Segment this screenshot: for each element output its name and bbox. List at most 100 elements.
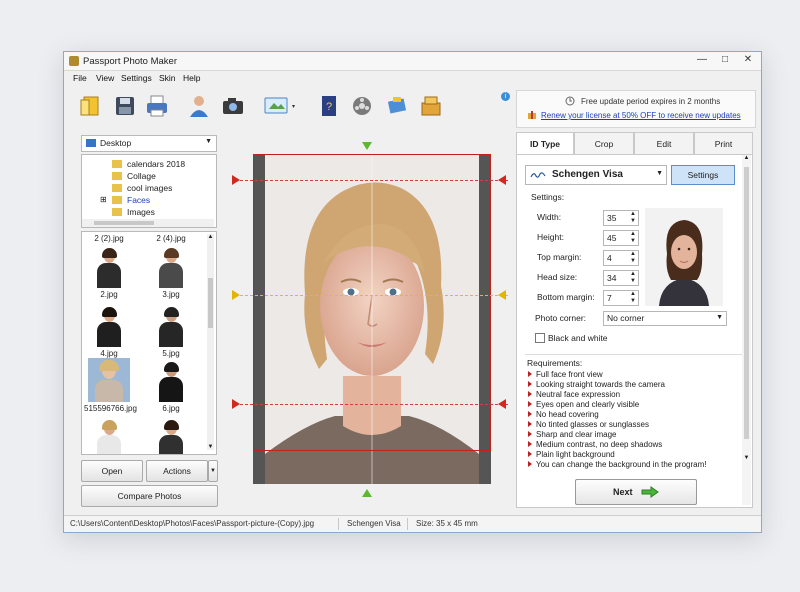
black-and-white-label: Black and white <box>548 333 608 343</box>
drive-select[interactable]: Desktop ▼ <box>81 135 217 152</box>
folder-icon <box>112 196 122 204</box>
eye-guide-right-handle[interactable] <box>498 290 506 300</box>
thumbnail-item[interactable]: 5.jpg <box>150 307 192 358</box>
tree-item-label: Collage <box>127 171 156 181</box>
top-guide-left-handle[interactable] <box>232 175 240 185</box>
top-margin-label: Top margin: <box>537 252 582 262</box>
height-stepper[interactable]: 45 ▲ ▼ <box>603 230 639 246</box>
svg-text:?: ? <box>326 101 332 113</box>
close-button[interactable]: ✕ <box>737 52 759 68</box>
tree-item[interactable]: calendars 2018 <box>112 159 185 170</box>
save-icon[interactable] <box>110 91 140 121</box>
chin-guide-left-handle[interactable] <box>232 399 240 409</box>
compare-photos-button[interactable]: Compare Photos <box>81 485 218 507</box>
minimize-button[interactable]: — <box>691 52 713 68</box>
thumbnail-label: 6.jpg <box>162 404 180 413</box>
chevron-down-icon: ▼ <box>205 138 212 145</box>
tab-edit[interactable]: Edit <box>634 132 694 155</box>
info-icon[interactable]: i <box>501 92 510 101</box>
stepper-arrows-icon[interactable]: ▲ ▼ <box>630 231 636 245</box>
toolbar: ? <box>64 87 512 131</box>
stepper-arrows-icon[interactable]: ▲ ▼ <box>630 251 636 265</box>
tab-print[interactable]: Print <box>694 132 753 155</box>
tree-item-selected[interactable]: ⊞ Faces <box>100 195 150 206</box>
puzzle-icon[interactable] <box>382 91 412 121</box>
bottom-margin-stepper[interactable]: 7 ▲ ▼ <box>603 290 639 306</box>
camera-icon[interactable] <box>218 91 248 121</box>
head-size-stepper[interactable]: 34 ▲ ▼ <box>603 270 639 286</box>
open-button[interactable]: Open <box>81 460 143 482</box>
bottom-center-handle[interactable] <box>362 489 372 497</box>
tree-item[interactable]: Images <box>112 207 155 218</box>
title-bar: Passport Photo Maker — □ ✕ <box>64 52 761 71</box>
stepper-arrows-icon[interactable]: ▲ ▼ <box>630 291 636 305</box>
next-button[interactable]: Next <box>575 479 697 505</box>
thumbnail-item[interactable]: 2.jpg <box>88 248 130 299</box>
photo-corner-label: Photo corner: <box>535 313 587 323</box>
tree-item[interactable]: cool images <box>112 183 172 194</box>
scroll-up-icon[interactable]: ▲ <box>207 234 214 240</box>
scrollbar-thumb[interactable] <box>744 167 749 439</box>
black-and-white-checkbox[interactable] <box>535 333 545 343</box>
top-guide-right-handle[interactable] <box>498 175 506 185</box>
scrollbar-thumb[interactable] <box>208 278 213 328</box>
tab-crop[interactable]: Crop <box>574 132 634 155</box>
clock-icon <box>565 96 575 106</box>
maximize-button[interactable]: □ <box>714 52 736 68</box>
open-icon[interactable] <box>75 91 105 121</box>
status-separator <box>407 518 408 530</box>
tree-hscroll-thumb[interactable] <box>94 221 154 225</box>
top-center-handle[interactable] <box>362 142 372 150</box>
status-file-path: C:\Users\Content\Desktop\Photos\Faces\Pa… <box>70 519 315 528</box>
menu-file[interactable]: File <box>73 73 87 83</box>
expand-icon[interactable]: ⊞ <box>100 195 107 204</box>
boxes-icon[interactable] <box>416 91 446 121</box>
stepper-arrows-icon[interactable]: ▲ ▼ <box>630 211 636 225</box>
id-type-select[interactable]: Schengen Visa ▼ <box>525 165 667 185</box>
thumbnail-item[interactable]: 3.jpg <box>150 248 192 299</box>
actions-dropdown-icon[interactable]: ▼ <box>208 460 218 482</box>
chin-guide[interactable] <box>240 404 508 405</box>
scroll-up-icon[interactable]: ▲ <box>742 155 751 161</box>
thumbnail-item-selected[interactable]: 515596766.jpg <box>84 358 137 413</box>
settings-scrollbar[interactable]: ▲ ▼ <box>742 155 751 505</box>
print-icon[interactable] <box>142 91 172 121</box>
eye-line-guide[interactable] <box>240 295 508 296</box>
person-icon[interactable] <box>184 91 214 121</box>
scroll-down-icon[interactable]: ▼ <box>207 444 214 450</box>
film-icon[interactable] <box>347 91 377 121</box>
thumbnail-item[interactable] <box>150 420 192 454</box>
thumbnail-item[interactable]: 2 (4).jpg <box>150 234 192 243</box>
width-stepper[interactable]: 35 ▲ ▼ <box>603 210 639 226</box>
chin-guide-right-handle[interactable] <box>498 399 506 409</box>
thumbnail-scrollbar[interactable]: ▲ ▼ <box>207 234 214 450</box>
thumbnail-label: 2.jpg <box>100 290 118 299</box>
renew-license-link[interactable]: Renew your license at 50% OFF to receive… <box>541 111 741 120</box>
folder-tree: calendars 2018 Collage cool images ⊞ Face… <box>81 154 217 228</box>
top-margin-stepper[interactable]: 4 ▲ ▼ <box>603 250 639 266</box>
thumbnail-item[interactable]: 4.jpg <box>88 307 130 358</box>
crop-frame[interactable] <box>253 154 491 451</box>
menu-help[interactable]: Help <box>183 73 200 83</box>
eye-guide-left-handle[interactable] <box>232 290 240 300</box>
settings-button[interactable]: Settings <box>671 165 735 185</box>
thumbnail-item[interactable]: 2 (2).jpg <box>88 234 130 243</box>
tab-id-type[interactable]: ID Type <box>516 132 574 156</box>
scroll-down-icon[interactable]: ▼ <box>742 455 751 461</box>
actions-button[interactable]: Actions <box>146 460 208 482</box>
tree-hscroll[interactable] <box>82 219 214 227</box>
menu-view[interactable]: View <box>96 73 114 83</box>
photo-corner-select[interactable]: No corner ▼ <box>603 311 727 326</box>
help-book-icon[interactable]: ? <box>314 91 344 121</box>
bottom-margin-value: 7 <box>607 293 612 303</box>
stepper-arrows-icon[interactable]: ▲ ▼ <box>630 271 636 285</box>
top-margin-guide[interactable] <box>240 180 508 181</box>
display-icon[interactable] <box>261 91 299 121</box>
thumbnail-item[interactable]: 6.jpg <box>150 362 192 413</box>
chevron-down-icon: ▼ <box>716 314 723 321</box>
tree-item[interactable]: Collage <box>112 171 156 182</box>
thumbnail-list: 2 (2).jpg 2 (4).jpg 2.jpg 3.jpg 4.jpg 5.… <box>81 231 217 455</box>
menu-skin[interactable]: Skin <box>159 73 176 83</box>
thumbnail-item[interactable] <box>88 420 130 454</box>
menu-settings[interactable]: Settings <box>121 73 152 83</box>
